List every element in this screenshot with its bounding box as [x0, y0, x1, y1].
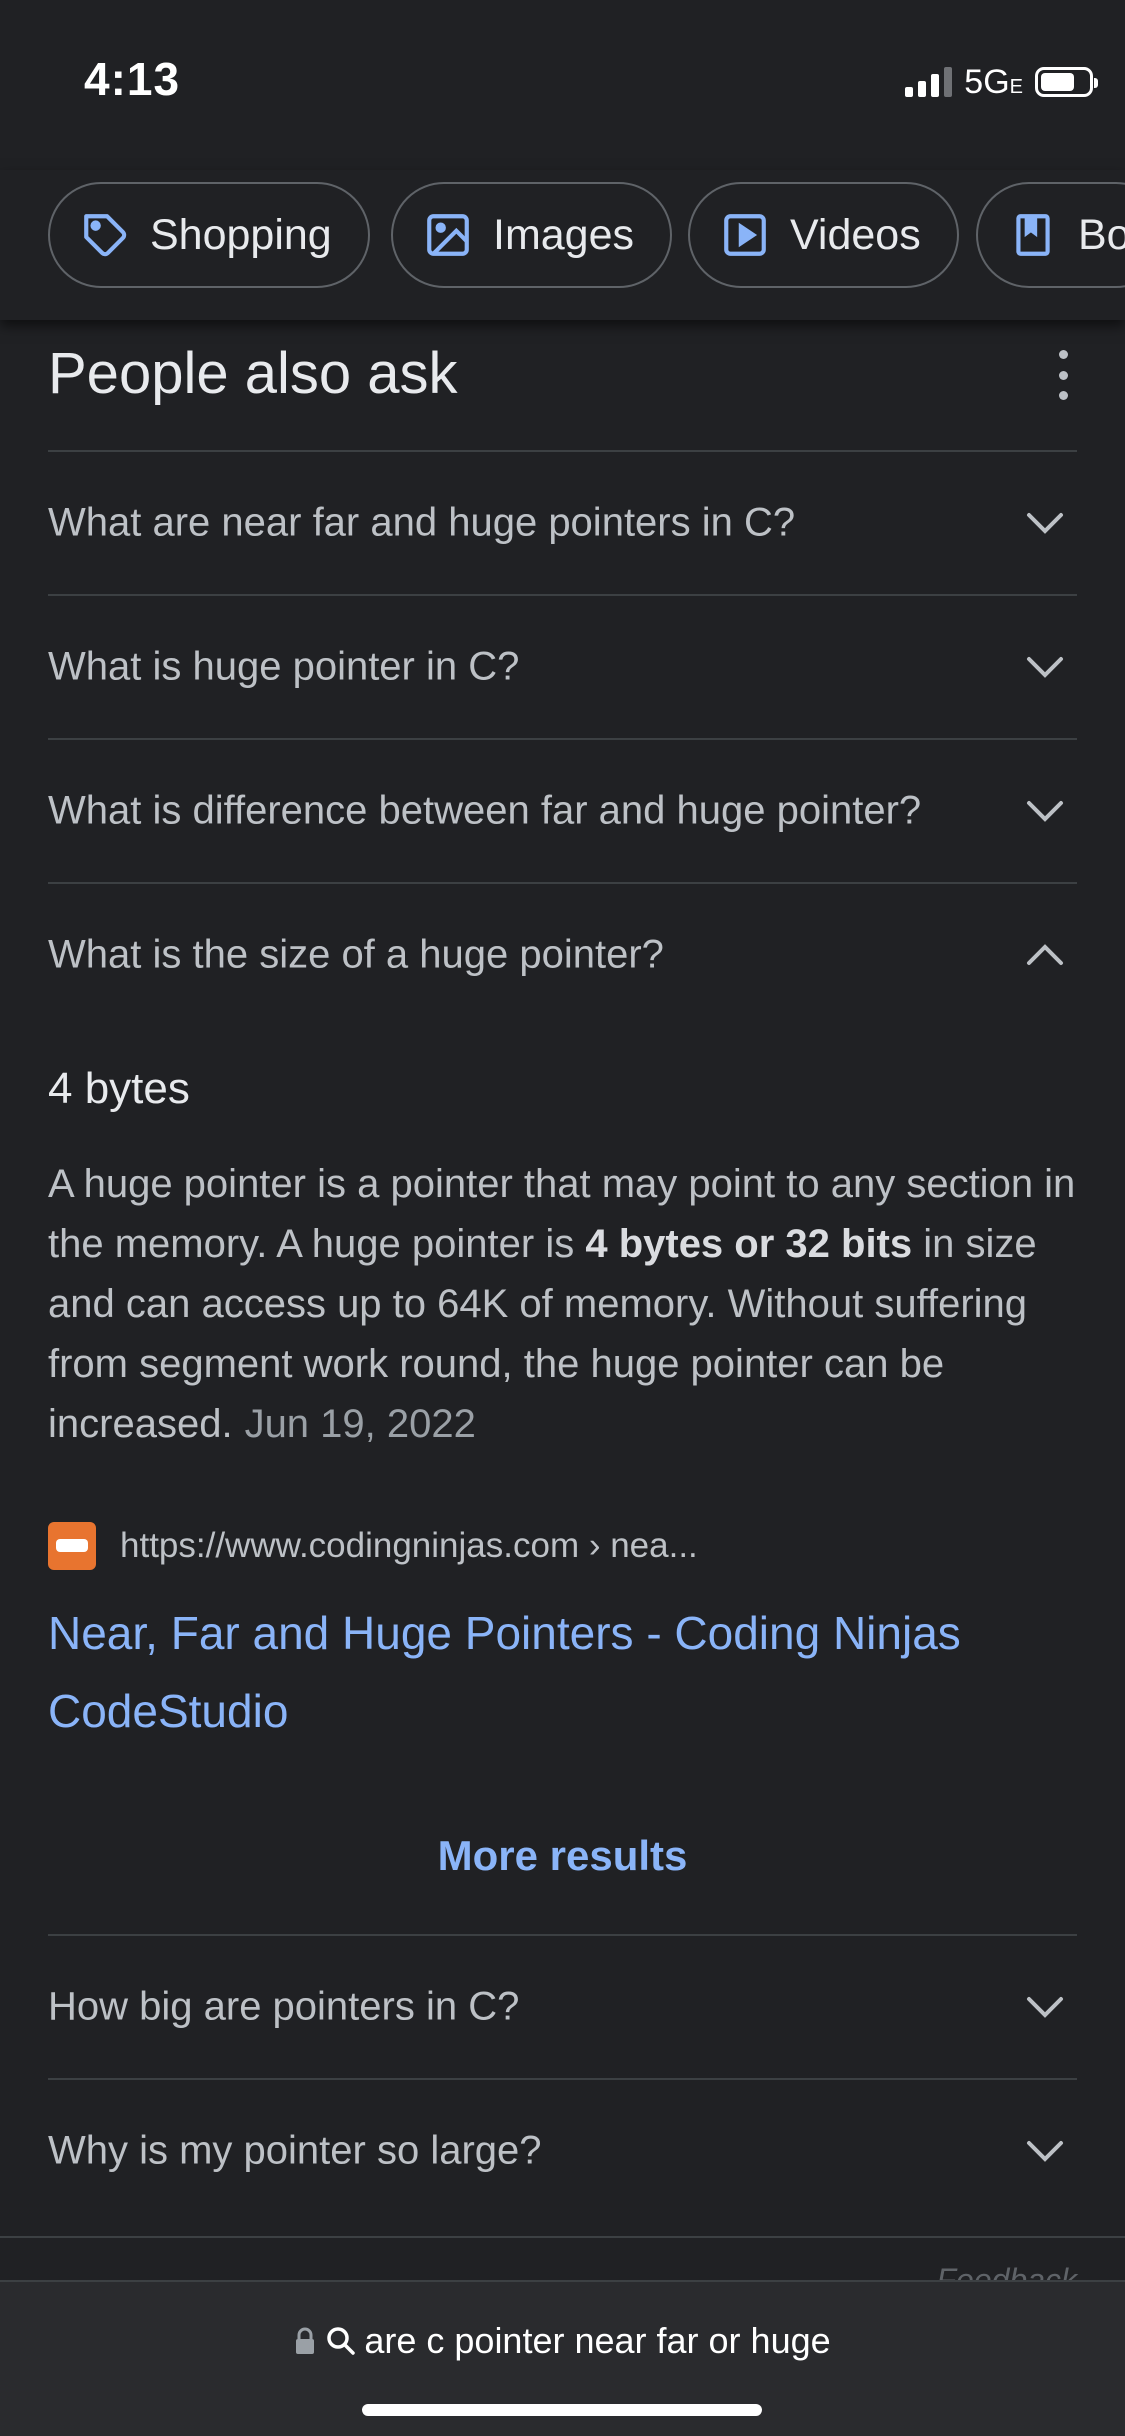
chevron-up-icon — [1027, 944, 1063, 965]
question-row[interactable]: What is difference between far and huge … — [48, 738, 1077, 882]
more-options-icon[interactable] — [1051, 350, 1075, 400]
tag-icon — [84, 214, 127, 257]
search-icon — [327, 2327, 356, 2355]
answer-snippet: A huge pointer is a pointer that may poi… — [48, 1162, 1076, 1446]
chip-shopping[interactable]: Shopping — [48, 182, 370, 288]
lock-icon — [296, 2327, 315, 2354]
section-divider — [0, 2236, 1125, 2238]
question-text: What is the size of a huge pointer? — [48, 932, 664, 977]
chevron-down-icon — [1027, 2141, 1063, 2162]
paa-title: People also ask — [48, 341, 458, 406]
chip-label: Shopping — [150, 210, 332, 259]
battery-icon — [1035, 67, 1098, 97]
answer-panel: 4 bytes A huge pointer is a pointer that… — [48, 1026, 1077, 1750]
question-text: What is difference between far and huge … — [48, 788, 922, 833]
chevron-down-icon — [1027, 513, 1063, 534]
more-results-button[interactable]: More results — [48, 1800, 1077, 1934]
chevron-down-icon — [1027, 657, 1063, 678]
question-row[interactable]: How big are pointers in C? — [48, 1934, 1077, 2078]
image-icon — [427, 214, 469, 256]
status-time: 4:13 — [84, 53, 181, 105]
question-text: How big are pointers in C? — [48, 1984, 520, 2029]
home-indicator[interactable] — [362, 2404, 762, 2416]
address-bar: are c pointer near far or huge — [0, 2280, 1125, 2436]
chip-images[interactable]: Images — [391, 182, 673, 288]
chip-videos[interactable]: Videos — [688, 182, 959, 288]
chip-books[interactable]: Bo — [976, 182, 1125, 288]
question-row[interactable]: Why is my pointer so large? — [48, 2078, 1077, 2222]
question-row[interactable]: What is huge pointer in C? — [48, 594, 1077, 738]
chip-label: Videos — [790, 210, 921, 259]
people-also-ask-section: People also ask What are near far and hu… — [48, 320, 1077, 2222]
address-field[interactable]: are c pointer near far or huge — [0, 2320, 1125, 2362]
question-row[interactable]: What are near far and huge pointers in C… — [48, 450, 1077, 594]
chevron-down-icon — [1027, 801, 1063, 822]
play-icon — [724, 214, 766, 256]
chip-label: Bo — [1078, 210, 1125, 259]
more-results-label: More results — [437, 1832, 688, 1879]
paa-header: People also ask — [48, 320, 1077, 450]
chevron-down-icon — [1027, 1997, 1063, 2018]
question-text: What are near far and huge pointers in C… — [48, 500, 796, 545]
status-bar: 4:13 5GE — [0, 0, 1125, 170]
answer-highlight: 4 bytes or 32 bits — [585, 1222, 913, 1266]
address-query: are c pointer near far or huge — [364, 2320, 831, 2361]
question-text: What is huge pointer in C? — [48, 644, 520, 689]
network-label: 5GE — [964, 62, 1023, 101]
book-icon — [1016, 214, 1050, 256]
codingninjas-favicon-icon — [48, 1522, 96, 1570]
filter-chips-bar: Shopping Images Videos Bo — [0, 170, 1125, 320]
source-url: https://www.codingninjas.com › nea... — [120, 1526, 698, 1565]
answer-source[interactable]: https://www.codingninjas.com › nea... — [48, 1522, 1077, 1570]
source-title-link[interactable]: Near, Far and Huge Pointers - Coding Nin… — [48, 1594, 1077, 1750]
status-indicators: 5GE — [905, 62, 1098, 102]
signal-icon — [905, 67, 953, 97]
chip-label: Images — [493, 210, 635, 259]
answer-date: Jun 19, 2022 — [244, 1402, 476, 1446]
question-row-expanded[interactable]: What is the size of a huge pointer? — [48, 882, 1077, 1026]
answer-short: 4 bytes — [48, 1064, 190, 1113]
question-text: Why is my pointer so large? — [48, 2128, 542, 2173]
